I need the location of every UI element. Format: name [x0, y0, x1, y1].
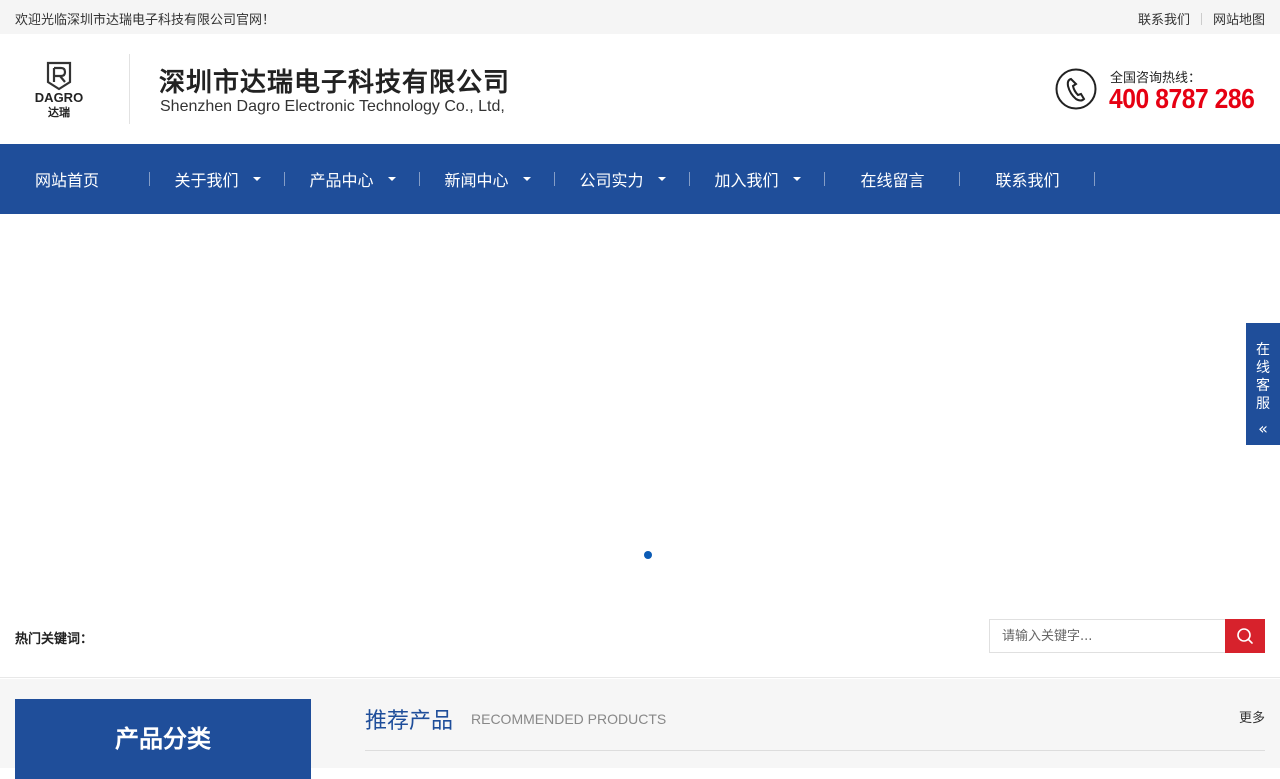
- slider-dot-active[interactable]: [644, 551, 652, 559]
- search-button[interactable]: [1225, 619, 1265, 653]
- recommended-title: 推荐产品: [365, 709, 454, 734]
- nav-label: 网站首页: [34, 171, 99, 190]
- nav-item-products[interactable]: 产品中心: [285, 144, 420, 214]
- recommended-subtitle: RECOMMENDED PRODUCTS: [471, 711, 667, 727]
- company-name: 深圳市达瑞电子科技有限公司: [159, 68, 511, 98]
- nav-item-strength[interactable]: 公司实力: [555, 144, 690, 214]
- nav-item-message[interactable]: 在线留言: [825, 144, 960, 214]
- search-icon: [1237, 628, 1253, 644]
- phone-icon: [1054, 67, 1098, 111]
- more-link[interactable]: 更多: [1239, 707, 1265, 726]
- nav-item-about[interactable]: 关于我们: [150, 144, 285, 214]
- svg-text:DAGRO: DAGRO: [35, 90, 83, 105]
- company-logo[interactable]: DAGRO 达瑞: [24, 60, 94, 119]
- product-category-panel: 产品分类: [15, 699, 311, 779]
- nav-label: 加入我们: [714, 171, 779, 190]
- top-link-sitemap[interactable]: 网站地图: [1213, 9, 1265, 28]
- top-links: 联系我们 网站地图: [1138, 9, 1265, 28]
- logo-divider: [129, 54, 130, 124]
- nav-label: 公司实力: [579, 171, 644, 190]
- nav-label: 在线留言: [860, 171, 925, 190]
- nav-item-join[interactable]: 加入我们: [690, 144, 825, 214]
- nav-item-home[interactable]: 网站首页: [0, 144, 150, 214]
- welcome-text: 欢迎光临深圳市达瑞电子科技有限公司官网！: [15, 13, 276, 28]
- caret-down-icon: [522, 177, 531, 181]
- site-header: DAGRO 达瑞 深圳市达瑞电子科技有限公司 Shenzhen Dagro El…: [0, 34, 1280, 144]
- double-chevron-left-icon: «: [1258, 419, 1268, 438]
- caret-down-icon: [387, 177, 396, 181]
- online-service-tab[interactable]: 在线客服 «: [1246, 323, 1280, 445]
- caret-down-icon: [252, 177, 261, 181]
- top-bar: 欢迎光临深圳市达瑞电子科技有限公司官网！ 联系我们 网站地图: [0, 0, 1280, 34]
- svg-text:达瑞: 达瑞: [48, 105, 70, 118]
- logo-mark-icon: DAGRO 达瑞: [35, 61, 83, 119]
- search-bar: 热门关键词：: [0, 604, 1280, 678]
- online-service-label: 在线客服: [1256, 342, 1270, 412]
- caret-down-icon: [657, 177, 666, 181]
- recommended-divider: [365, 750, 1265, 751]
- caret-down-icon: [792, 177, 801, 181]
- search-input[interactable]: [989, 619, 1225, 653]
- top-link-contact[interactable]: 联系我们: [1138, 9, 1190, 28]
- company-english-name: Shenzhen Dagro Electronic Technology Co.…: [160, 98, 505, 115]
- nav-label: 新闻中心: [444, 171, 509, 190]
- nav-label: 联系我们: [995, 171, 1060, 190]
- nav-label: 关于我们: [174, 171, 239, 190]
- hotline-number: 400 8787 286: [1109, 83, 1255, 114]
- hot-keywords-label: 热门关键词：: [15, 632, 94, 647]
- top-link-divider: [1200, 12, 1202, 25]
- main-nav: 网站首页 关于我们 产品中心 新闻中心 公司实力 加入我们 在线留言 联系我们: [0, 144, 1280, 214]
- nav-label: 产品中心: [309, 171, 374, 190]
- content-section: 产品分类 推荐产品 RECOMMENDED PRODUCTS 更多: [0, 679, 1280, 779]
- product-category-title: 产品分类: [115, 725, 211, 753]
- nav-item-news[interactable]: 新闻中心: [420, 144, 555, 214]
- banner-slider: [0, 214, 1280, 604]
- nav-item-contact[interactable]: 联系我们: [960, 144, 1095, 214]
